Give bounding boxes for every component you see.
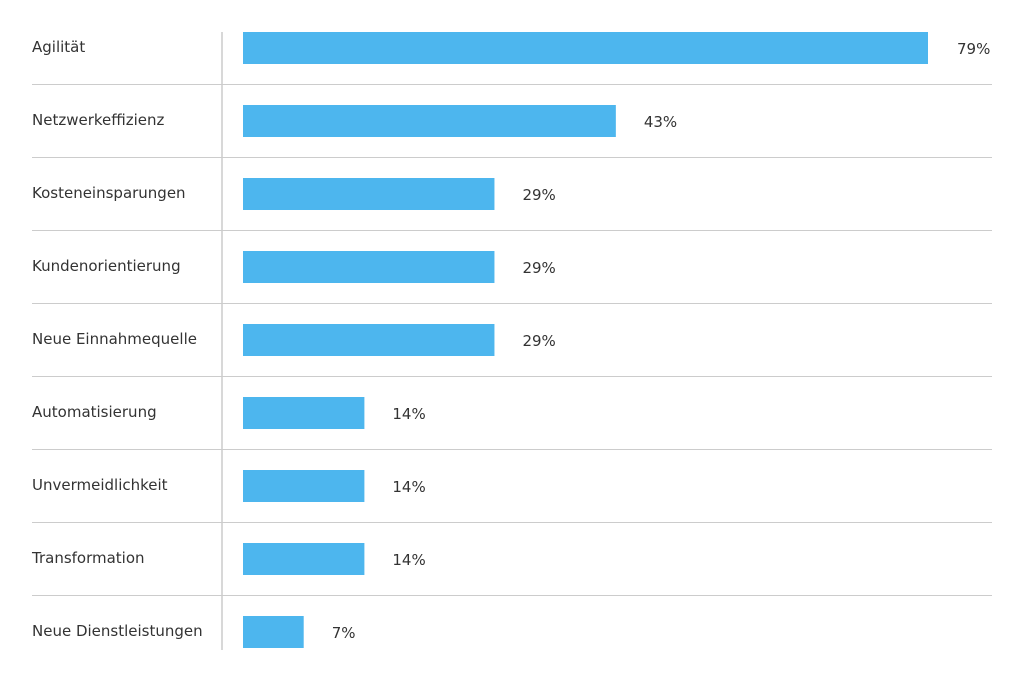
category-label: Agilität — [32, 38, 85, 56]
value-label: 29% — [522, 332, 555, 350]
value-label: 7% — [332, 624, 356, 642]
bar — [243, 616, 304, 648]
bar — [243, 397, 365, 429]
value-label: 79% — [957, 40, 990, 58]
value-label: 14% — [392, 551, 425, 569]
bar — [243, 543, 365, 575]
value-label: 43% — [644, 113, 677, 131]
value-label: 14% — [392, 405, 425, 423]
bar — [243, 32, 928, 64]
category-label: Neue Dienstleistungen — [32, 622, 203, 640]
category-label: Neue Einnahmequelle — [32, 330, 197, 348]
category-label: Automatisierung — [32, 403, 157, 421]
bar-chart: Agilität Netzwerkeffizienz Kosteneinsparun… — [31, 32, 992, 650]
value-label: 29% — [522, 186, 555, 204]
category-label: Unvermeidlichkeit — [32, 476, 168, 494]
bar — [243, 251, 495, 283]
value-label: 29% — [522, 259, 555, 277]
bars — [243, 32, 928, 648]
bar — [243, 324, 495, 356]
value-label: 14% — [392, 478, 425, 496]
bar — [243, 105, 616, 137]
category-label: Transformation — [31, 549, 145, 567]
category-label: Kosteneinsparungen — [32, 184, 186, 202]
category-labels: Agilität Netzwerkeffizienz Kosteneinsparun… — [31, 38, 203, 640]
bar — [243, 178, 495, 210]
category-label: Netzwerkeffizienz — [32, 111, 165, 129]
category-label: Kundenorientierung — [32, 257, 181, 275]
bar — [243, 470, 365, 502]
